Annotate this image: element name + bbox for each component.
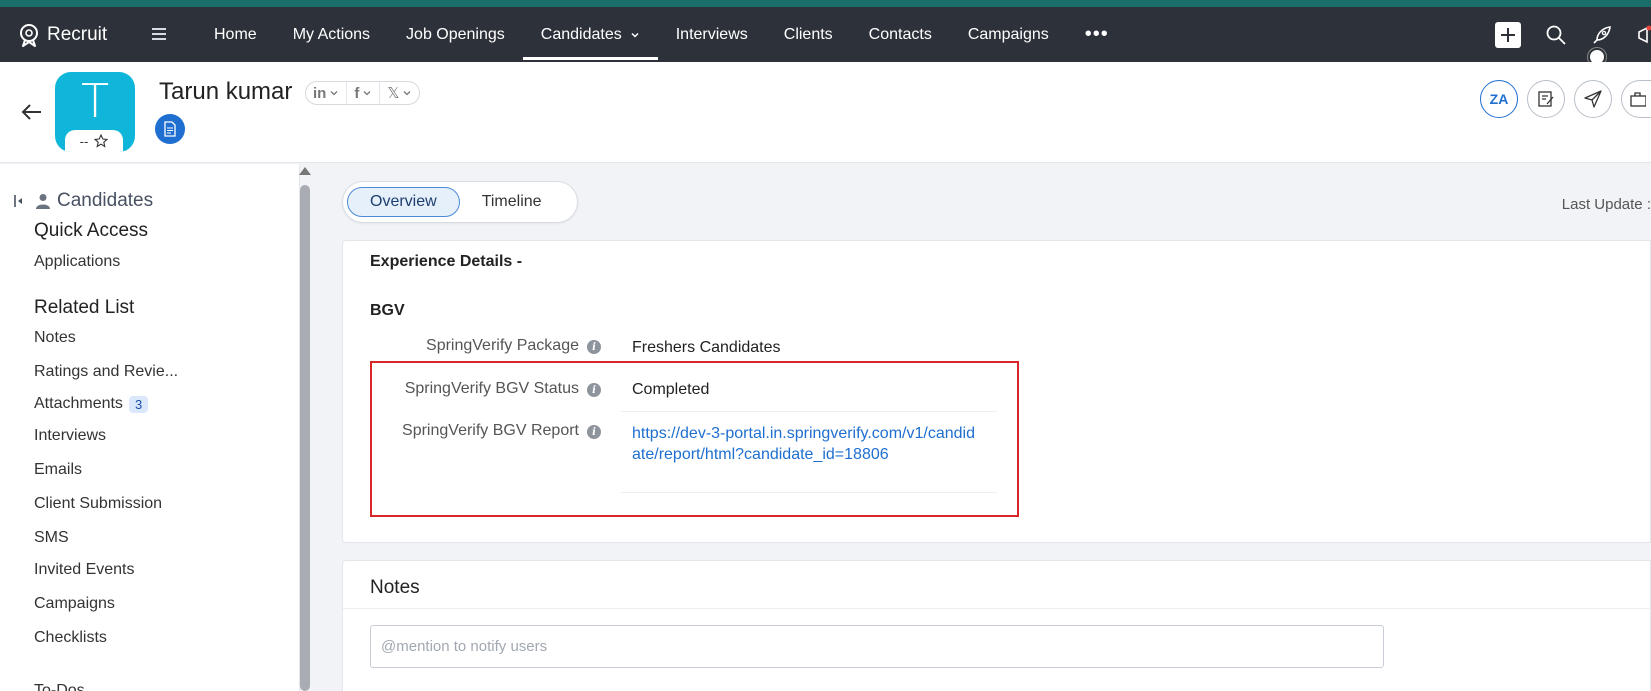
nav-items: Home My Actions Job Openings Candidates … (196, 7, 1127, 62)
sidebar-scroll-up-arrow[interactable] (299, 167, 311, 175)
sidebar-item-interviews[interactable]: Interviews (34, 427, 106, 445)
package-label: SpringVerify Package (426, 337, 579, 354)
rating-widget[interactable]: -- (65, 130, 123, 152)
chevron-down-icon (403, 91, 411, 96)
nav-right-tools (1495, 7, 1651, 62)
sidebar-item-applications[interactable]: Applications (34, 253, 120, 271)
plus-icon (1501, 27, 1515, 42)
briefcase-icon (1629, 92, 1646, 107)
recruit-logo-icon (20, 23, 38, 47)
facebook-dropdown[interactable]: f (347, 82, 381, 104)
send-icon (1584, 90, 1602, 108)
x-dropdown[interactable]: 𝕏 (380, 82, 419, 104)
rocket-icon[interactable] (1591, 24, 1613, 46)
document-icon (164, 121, 176, 137)
highlight-annotation-box (370, 361, 1019, 517)
nav-item-campaigns[interactable]: Campaigns (950, 7, 1067, 62)
candidate-name: Tarun kumar (159, 78, 293, 105)
sidebar-scrollbar[interactable] (300, 185, 310, 691)
main-content: Overview Timeline Last Update : Experien… (312, 164, 1651, 691)
info-icon[interactable]: i (587, 340, 601, 354)
sidebar: Candidates Quick Access Applications Rel… (0, 164, 300, 691)
related-list-heading: Related List (34, 297, 135, 318)
nav-item-contacts[interactable]: Contacts (851, 7, 950, 62)
chevron-down-icon (631, 32, 639, 38)
nav-item-interviews[interactable]: Interviews (658, 7, 766, 62)
brand[interactable]: Recruit (17, 23, 132, 47)
sidebar-item-sms[interactable]: SMS (34, 529, 69, 547)
nav-item-job-openings[interactable]: Job Openings (388, 7, 523, 62)
announcement-icon[interactable] (1637, 24, 1651, 46)
top-nav: Recruit Home My Actions Job Openings Can… (0, 7, 1651, 62)
sidebar-item-emails[interactable]: Emails (34, 461, 82, 479)
star-icon (94, 134, 109, 148)
person-icon (36, 194, 50, 209)
record-actions: ZA (1480, 80, 1651, 118)
chevron-down-icon (330, 91, 338, 96)
avatar[interactable]: T -- (55, 72, 135, 152)
sidebar-item-client-submission[interactable]: Client Submission (34, 495, 162, 513)
rating-text: -- (79, 133, 89, 149)
notes-title: Notes (370, 577, 420, 598)
last-update-text: Last Update : (1561, 196, 1651, 213)
record-header: T -- Tarun kumar in f 𝕏 ZA (0, 62, 1651, 163)
facebook-icon: f (354, 84, 360, 102)
top-accent-strip (0, 0, 1651, 7)
edit-icon (1538, 91, 1554, 107)
notes-divider (343, 608, 1651, 609)
zia-button[interactable]: ZA (1480, 80, 1518, 118)
hamburger-menu-icon[interactable] (152, 27, 170, 42)
sidebar-item-invited-events[interactable]: Invited Events (34, 561, 135, 579)
package-value: Freshers Candidates (632, 339, 781, 356)
sidebar-item-campaigns[interactable]: Campaigns (34, 595, 115, 613)
sidebar-item-notes[interactable]: Notes (34, 329, 76, 347)
nav-more-button[interactable]: ••• (1067, 7, 1127, 62)
create-new-button[interactable] (1495, 21, 1521, 48)
sidebar-item-todos[interactable]: To-Dos (34, 682, 85, 691)
sidebar-item-attachments[interactable]: Attachments 3 (34, 395, 149, 413)
attachments-count-badge: 3 (128, 395, 149, 413)
sidebar-item-checklists[interactable]: Checklists (34, 629, 107, 647)
edit-button[interactable] (1527, 80, 1565, 118)
notes-input[interactable] (370, 625, 1384, 668)
social-links: in f 𝕏 (305, 81, 421, 105)
nav-item-home[interactable]: Home (196, 7, 275, 62)
resume-document-button[interactable] (155, 114, 185, 144)
notes-card: Notes (342, 560, 1651, 691)
chevron-down-icon (363, 91, 371, 96)
tab-overview[interactable]: Overview (347, 187, 460, 217)
sidebar-item-ratings[interactable]: Ratings and Revie... (34, 363, 178, 381)
x-icon: 𝕏 (387, 85, 400, 102)
brand-name: Recruit (47, 23, 108, 45)
linkedin-icon: in (313, 84, 327, 102)
bgv-section-heading: BGV (370, 302, 405, 319)
nav-item-clients[interactable]: Clients (766, 7, 851, 62)
nav-item-candidates[interactable]: Candidates (522, 7, 658, 62)
sidebar-module-title: Candidates (14, 190, 153, 212)
back-arrow-icon[interactable] (20, 100, 44, 124)
avatar-letter: T (80, 74, 110, 128)
tab-timeline[interactable]: Timeline (460, 187, 564, 217)
details-card: Experience Details - BGV SpringVerify Pa… (342, 240, 1651, 543)
experience-details-heading: Experience Details - (370, 253, 523, 270)
collapse-sidebar-icon[interactable] (14, 194, 24, 208)
nav-item-my-actions[interactable]: My Actions (275, 7, 388, 62)
send-button[interactable] (1574, 80, 1612, 118)
linkedin-dropdown[interactable]: in (306, 82, 348, 104)
quick-access-heading: Quick Access (34, 220, 149, 241)
briefcase-button[interactable] (1621, 80, 1651, 118)
search-icon[interactable] (1545, 24, 1567, 46)
view-tabs: Overview Timeline (342, 181, 578, 223)
